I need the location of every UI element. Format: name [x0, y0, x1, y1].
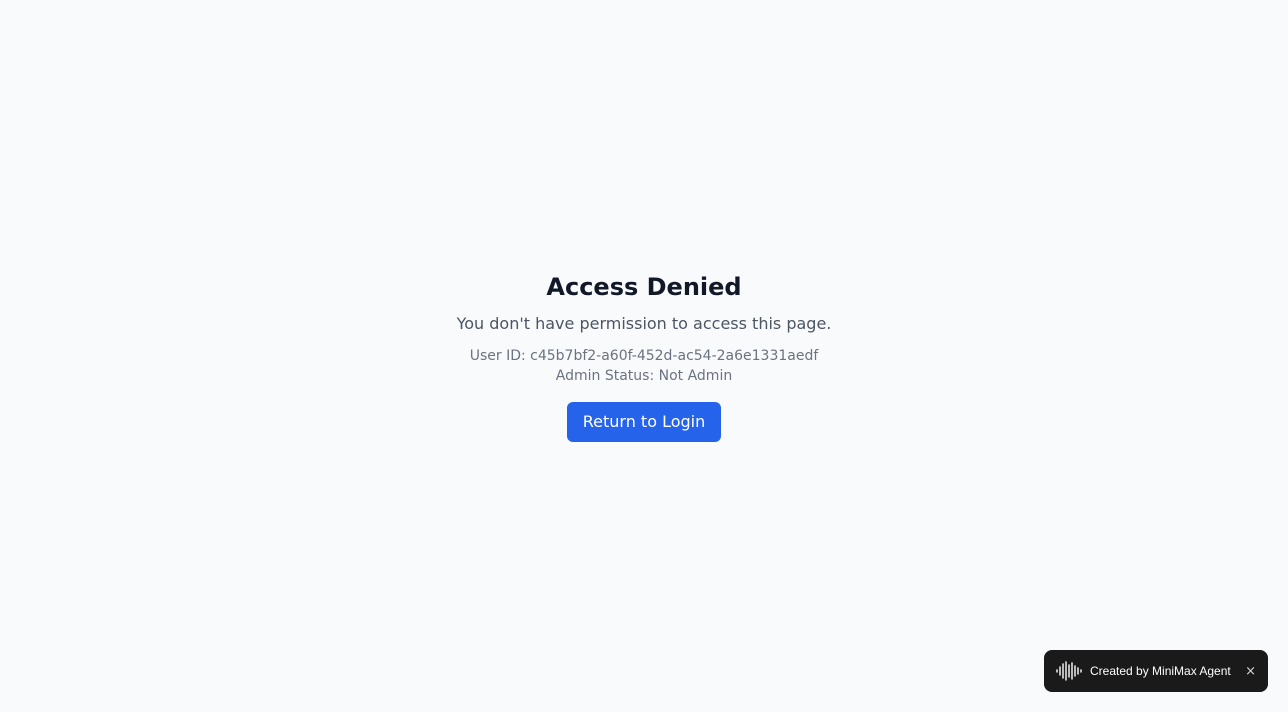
close-icon[interactable]: × [1245, 665, 1256, 678]
admin-status-text: Admin Status: Not Admin [555, 368, 733, 384]
waveform-icon [1056, 661, 1082, 681]
access-denied-panel: Access Denied You don't have permission … [0, 268, 1288, 442]
page: Access Denied You don't have permission … [0, 0, 1288, 712]
permission-message: You don't have permission to access this… [456, 314, 832, 333]
created-by-badge[interactable]: Created by MiniMax Agent × [1044, 650, 1268, 692]
user-meta: User ID: c45b7bf2-a60f-452d-ac54-2a6e133… [0, 346, 1288, 386]
return-to-login-button[interactable]: Return to Login [566, 402, 722, 442]
badge-text: Created by MiniMax Agent [1090, 664, 1231, 678]
user-id-text: User ID: c45b7bf2-a60f-452d-ac54-2a6e133… [469, 348, 819, 364]
page-title: Access Denied [546, 273, 742, 301]
